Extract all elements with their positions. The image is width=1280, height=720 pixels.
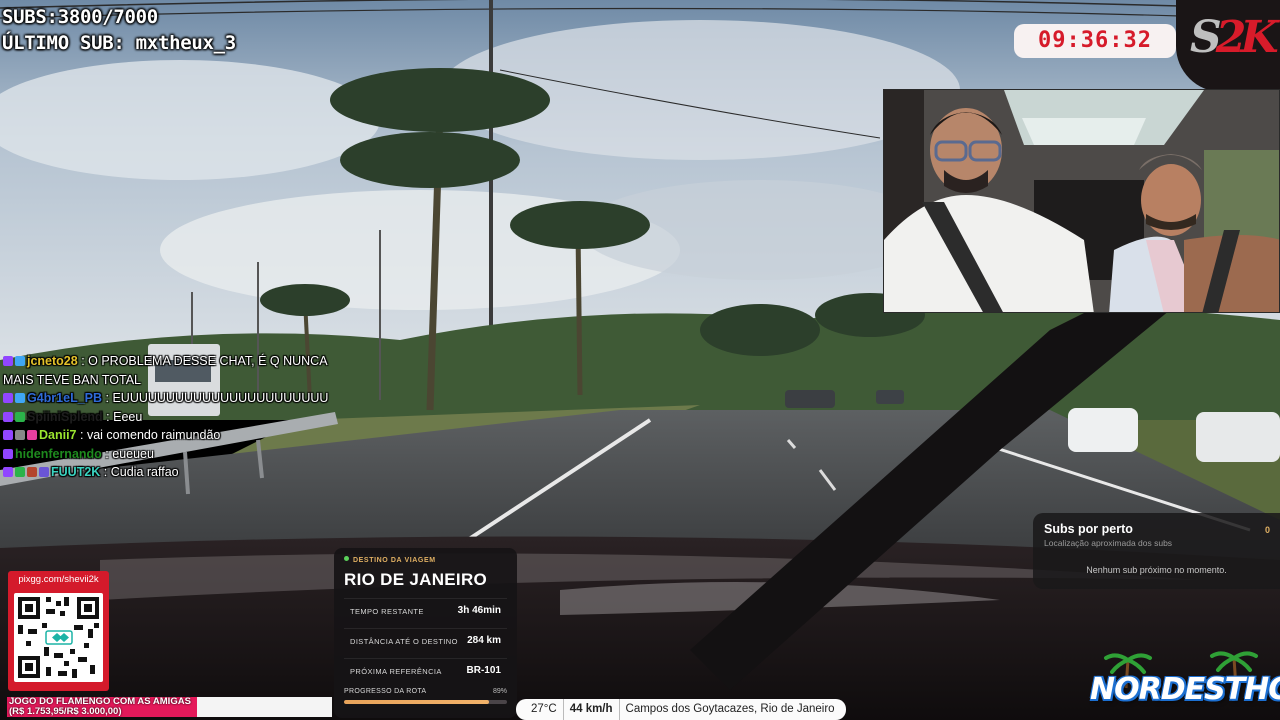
chat-badge-icon [3,393,13,403]
chat-message: FUUT2K : Cudia raffao [3,463,333,482]
nordesthon-logo: NORDESTHON [1088,650,1280,718]
chat-badge-icon [27,467,37,477]
chat-badge-icon [15,393,25,403]
trip-destination-panel: DESTINO DA VIAGEM RIO DE JANEIRO TEMPO R… [334,548,517,718]
chat-message: jcneto28 : O PROBLEMA DESSE CHAT, É Q NU… [3,352,333,389]
travel-status-bar: 27°C 44 km/h Campos dos Goytacazes, Rio … [516,699,846,720]
chat-feed: jcneto28 : O PROBLEMA DESSE CHAT, É Q NU… [3,352,333,482]
donation-goal-bar: JOGO DO FLAMENGO COM AS AMIGAS (R$ 1.753… [7,697,332,717]
chat-text: EUUUUUUUUUUUUUUUUUUUUUUU [108,391,329,405]
chat-message: SpiiniSplend : Eeeu [3,408,333,427]
chat-username[interactable]: FUUT2K [51,465,100,479]
row-value: BR-101 [466,665,501,676]
last-sub-label: ÚLTIMO SUB: mxtheux_3 [2,32,236,54]
chat-badge-icon [39,467,49,477]
speed: 44 km/h [564,699,620,720]
row-value: 3h 46min [457,605,501,616]
route-progress-bar [344,700,507,704]
goal-amount: (R$ 1.753,95/R$ 3.000,00) [9,706,122,717]
s2k-logo-icon: S2K [1190,12,1279,63]
chat-badge-icon [3,430,13,440]
channel-logo: S2K [1176,0,1280,92]
destination-city: RIO DE JANEIRO [344,570,488,589]
chat-badge-icon [15,411,25,422]
nearby-title: Subs por perto [1044,522,1133,536]
nearby-count: 0 [1264,525,1270,535]
row-label: TEMPO RESTANTE [350,607,424,616]
trip-row-distance: DISTÂNCIA ATÉ O DESTINO 284 km [344,628,507,650]
goal-label: JOGO DO FLAMENGO COM AS AMIGAS (R$ 1.753… [9,697,191,717]
route-progress-fill [344,700,490,704]
chat-username[interactable]: Danii7 [39,428,77,442]
donation-url: pixgg.com/shevii2k [18,574,99,585]
current-location: Campos dos Goytacazes, Rio de Janeiro [625,703,835,715]
route-progress-label: PROGRESSO DA ROTA [344,688,427,695]
temperature: 27°C [525,699,564,720]
chat-badge-icon [15,467,25,477]
trip-row-reference: PRÓXIMA REFERÊNCIA BR-101 [344,658,507,680]
chat-badge-icon [15,356,25,366]
chat-badge-icon [27,430,37,440]
chat-badge-icon [15,430,25,440]
chat-message: hidenfernando : eueueu [3,445,333,464]
nearby-subtitle: Localização aproximada dos subs [1044,538,1173,548]
chat-text: vai comendo raimundão [83,428,221,442]
destination-kicker: DESTINO DA VIAGEM [344,556,507,564]
chat-badge-icon [3,411,13,422]
row-value: 284 km [467,635,501,646]
webcam-image [884,90,1279,312]
chat-username[interactable]: G4br1eL_PB [27,391,102,405]
chat-badge-icon [3,356,13,366]
chat-message: Danii7 : vai comendo raimundão [3,426,333,445]
chat-separator: : [77,354,85,368]
subs-counter: SUBS:3800/7000 [2,6,158,28]
chat-badge-icon [3,448,13,459]
route-progress-percent: 89% [492,688,507,695]
chat-message: G4br1eL_PB : EUUUUUUUUUUUUUUUUUUUUUUU [3,389,333,408]
chat-text: Cudia raffao [107,465,179,479]
chat-separator: : [102,409,110,424]
chat-separator: : [102,391,109,405]
trip-row-time: TEMPO RESTANTE 3h 46min [344,598,507,620]
donation-qr-card[interactable]: pixgg.com/shevii2k [8,571,109,691]
chat-badge-icon [3,467,13,477]
chat-username[interactable]: hidenfernando [15,447,102,461]
webcam-inset [883,89,1280,313]
subs-goal-overlay: SUBS:3800/7000 ÚLTIMO SUB: mxtheux_3 [2,4,236,56]
chat-text: Eeeu [109,409,143,424]
nearby-empty-message: Nenhum sub próximo no momento. [1086,565,1227,575]
live-dot-icon [344,556,349,561]
row-label: DISTÂNCIA ATÉ O DESTINO [350,637,458,646]
chat-text: eueueu [108,446,154,461]
row-label: PRÓXIMA REFERÊNCIA [350,667,442,676]
chat-username[interactable]: jcneto28 [27,354,78,368]
chat-separator: : [101,446,109,461]
stream-clock: 09:36:32 [1014,24,1176,58]
qr-code-icon [14,593,103,682]
chat-username[interactable]: SpiiniSplend [27,410,103,424]
nordesthon-wordmark: NORDESTHON [1090,672,1280,707]
nearby-subs-panel: Subs por perto 0 Localização aproximada … [1033,513,1280,589]
